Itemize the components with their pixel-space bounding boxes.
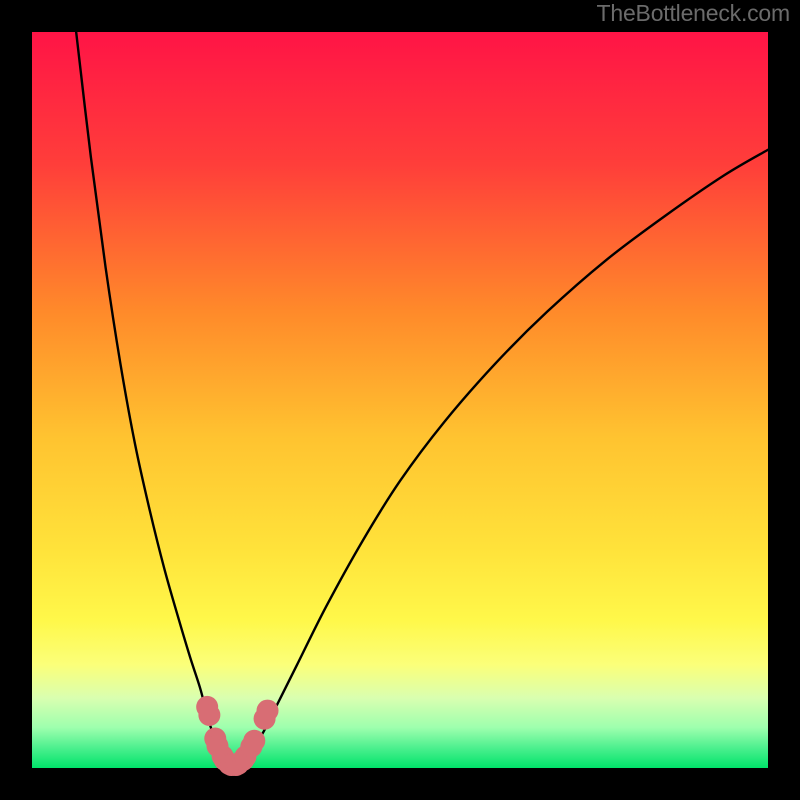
watermark-text: TheBottleneck.com <box>597 0 790 27</box>
highlight-dot <box>198 704 220 726</box>
chart-container: TheBottleneck.com <box>0 0 800 800</box>
bottleneck-chart <box>0 0 800 800</box>
highlight-dot <box>243 730 265 752</box>
highlight-dot <box>257 700 279 722</box>
plot-background <box>32 32 768 768</box>
